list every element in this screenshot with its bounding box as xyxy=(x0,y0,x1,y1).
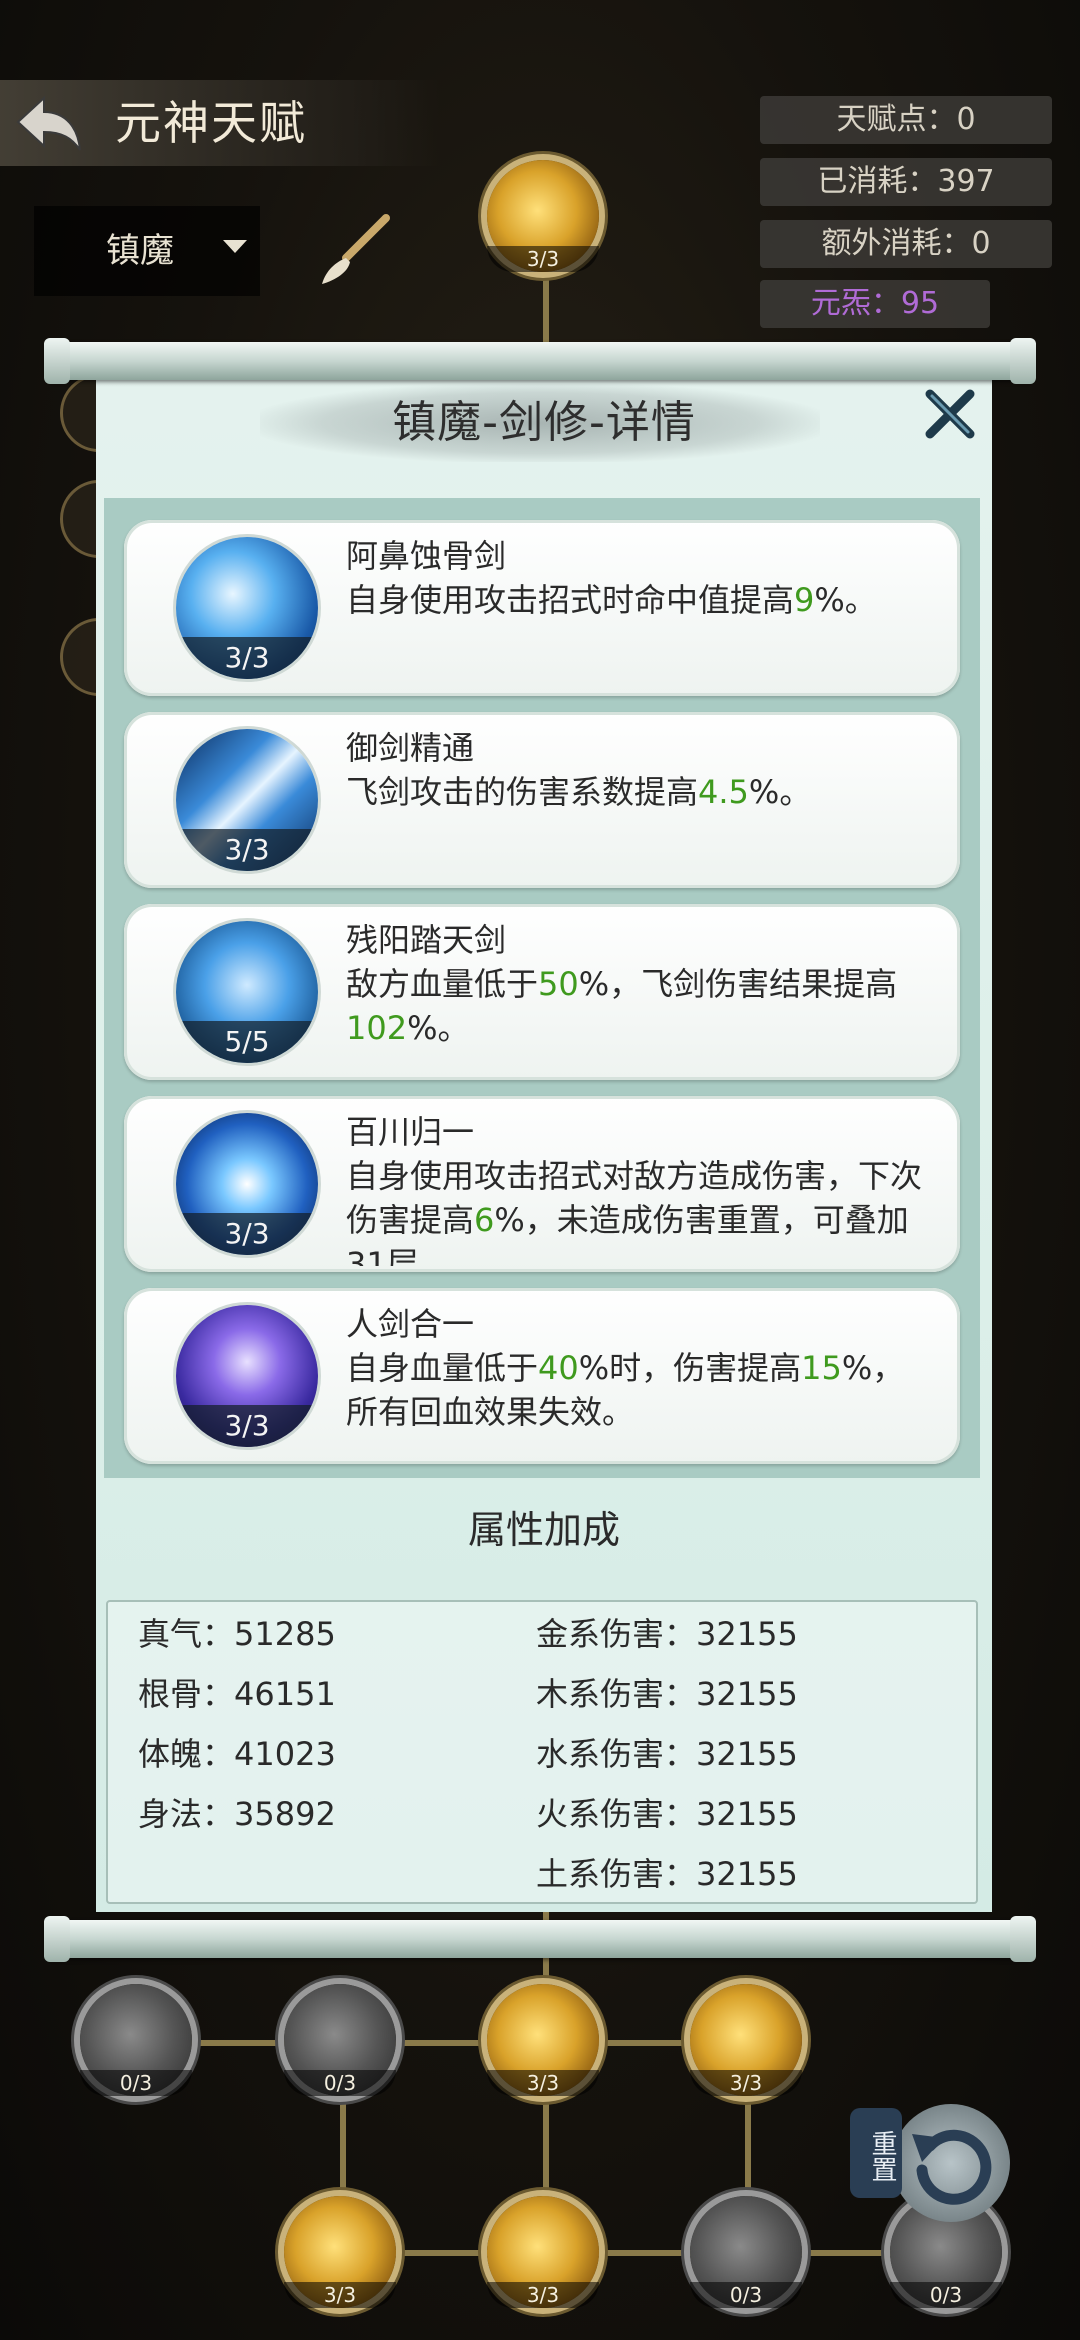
attr-right: 水系伤害：32155 xyxy=(536,1735,798,1773)
talent-node-count: 3/3 xyxy=(284,2282,396,2308)
skill-card[interactable]: 5/5 残阳踏天剑 敌方血量低于50%，飞剑伤害结果提高102%。 xyxy=(124,904,960,1080)
skill-icon: 3/3 xyxy=(176,537,318,679)
talent-node-count: 3/3 xyxy=(487,2282,599,2308)
skill-desc: 自身使用攻击招式时命中值提高9%。 xyxy=(346,581,877,619)
skill-desc: 飞剑攻击的伤害系数提高4.5%。 xyxy=(346,773,812,811)
attr-left: 根骨：46151 xyxy=(138,1675,336,1713)
talent-node-count: 3/3 xyxy=(487,2070,599,2096)
consumed-stat: 已消耗：397 xyxy=(760,158,1052,206)
skill-icon: 5/5 xyxy=(176,921,318,1063)
skill-card[interactable]: 3/3 人剑合一 自身血量低于40%时，伤害提高15%，所有回血效果失效。 xyxy=(124,1288,960,1464)
skill-desc: 自身使用攻击招式对敌方造成伤害，下次伤害提高6%，未造成伤害重置，可叠加31层。 xyxy=(346,1157,923,1266)
skill-level: 3/3 xyxy=(176,1405,318,1447)
chevron-down-icon xyxy=(223,240,247,253)
attr-right: 金系伤害：32155 xyxy=(536,1615,798,1653)
scroll-rod-end xyxy=(44,338,70,384)
skill-desc: 自身血量低于40%时，伤害提高15%，所有回血效果失效。 xyxy=(346,1349,905,1431)
skill-icon: 3/3 xyxy=(176,1113,318,1255)
skill-name: 人剑合一 xyxy=(346,1305,475,1343)
reset-button[interactable] xyxy=(892,2104,1010,2222)
skill-name: 残阳踏天剑 xyxy=(346,921,507,959)
extra-consumed-stat: 额外消耗：0 xyxy=(760,220,1052,268)
skill-card[interactable]: 3/3 百川归一 自身使用攻击招式对敌方造成伤害，下次伤害提高6%，未造成伤害重… xyxy=(124,1096,960,1272)
reset-label: 重置 xyxy=(850,2108,902,2198)
talent-node-count: 3/3 xyxy=(690,2070,802,2096)
refresh-icon xyxy=(912,2129,992,2205)
skill-level: 3/3 xyxy=(176,637,318,679)
talent-points-stat: 天赋点：0 xyxy=(760,96,1052,144)
skill-name: 阿鼻蚀骨剑 xyxy=(346,537,507,575)
page-title: 元神天赋 xyxy=(115,96,307,150)
scroll-rod-end xyxy=(1010,1916,1036,1962)
skill-level: 3/3 xyxy=(176,1213,318,1255)
skill-name: 百川归一 xyxy=(346,1113,475,1151)
attr-right: 火系伤害：32155 xyxy=(536,1795,798,1833)
scroll-rod-bottom xyxy=(48,1920,1032,1958)
talent-node-count: 0/3 xyxy=(690,2282,802,2308)
skill-level: 5/5 xyxy=(176,1021,318,1063)
talent-node-count: 0/3 xyxy=(284,2070,396,2096)
attr-title: 属性加成 xyxy=(467,1508,620,1552)
skill-name: 御剑精通 xyxy=(346,729,475,767)
category-dropdown-label: 镇魔 xyxy=(106,231,174,271)
yuansha-stat: 元炁：95 xyxy=(760,280,990,328)
skill-card[interactable]: 3/3 阿鼻蚀骨剑 自身使用攻击招式时命中值提高9%。 xyxy=(124,520,960,696)
attr-left: 体魄：41023 xyxy=(138,1735,336,1773)
scroll-rod-end xyxy=(44,1916,70,1962)
attr-left: 身法：35892 xyxy=(138,1795,336,1833)
talent-node-count: 0/3 xyxy=(80,2070,192,2096)
scroll-rod-end xyxy=(1010,338,1036,384)
skill-icon: 3/3 xyxy=(176,1305,318,1447)
talent-node-top-count: 3/3 xyxy=(487,246,599,272)
scroll-rod-top xyxy=(48,342,1032,380)
attr-right: 土系伤害：32155 xyxy=(536,1855,798,1893)
skill-icon: 3/3 xyxy=(176,729,318,871)
skill-card[interactable]: 3/3 御剑精通 飞剑攻击的伤害系数提高4.5%。 xyxy=(124,712,960,888)
close-icon[interactable] xyxy=(922,386,978,442)
talent-node-count: 0/3 xyxy=(890,2282,1002,2308)
back-arrow-icon[interactable] xyxy=(14,92,84,154)
attr-left: 真气：51285 xyxy=(138,1615,336,1653)
panel-title: 镇魔-剑修-详情 xyxy=(392,397,696,448)
skill-desc: 敌方血量低于50%，飞剑伤害结果提高102%。 xyxy=(346,965,898,1047)
skill-level: 3/3 xyxy=(176,829,318,871)
attr-right: 木系伤害：32155 xyxy=(536,1675,798,1713)
brush-icon[interactable] xyxy=(316,212,394,290)
